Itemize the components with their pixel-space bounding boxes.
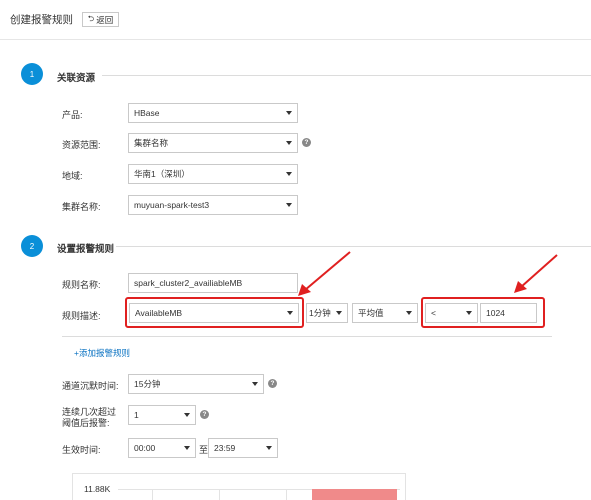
arrow-to-metric-icon (298, 251, 351, 296)
arrow-to-threshold-icon (514, 254, 558, 293)
annotation-arrows (298, 251, 558, 296)
